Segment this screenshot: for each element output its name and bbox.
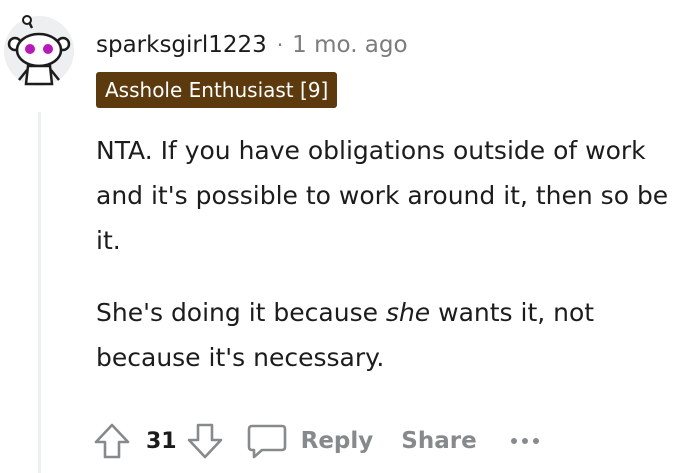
username[interactable]: sparksgirl1223 bbox=[96, 32, 267, 58]
share-button[interactable]: Share bbox=[401, 428, 476, 454]
separator-dot: · bbox=[276, 33, 284, 57]
user-flair: Asshole Enthusiast [9] bbox=[96, 72, 338, 108]
upvote-arrow-icon[interactable] bbox=[92, 421, 132, 461]
emphasized-text: she bbox=[385, 298, 431, 327]
ellipsis-icon[interactable] bbox=[510, 426, 544, 456]
reply-label: Reply bbox=[300, 428, 374, 454]
downvote-arrow-icon[interactable] bbox=[185, 421, 225, 461]
comment-header: sparksgirl1223 · 1 mo. ago bbox=[96, 28, 408, 62]
dot-icon bbox=[532, 438, 539, 444]
comment-paragraph: NTA. If you have obligations outside of … bbox=[96, 136, 669, 255]
speech-bubble-icon bbox=[245, 421, 289, 461]
comment-paragraph: She's doing it because she wants it, not… bbox=[96, 290, 686, 380]
comment-text: She's doing it because bbox=[96, 298, 386, 327]
vote-score: 31 bbox=[146, 428, 177, 454]
snoo-avatar-icon[interactable] bbox=[2, 14, 76, 88]
thread-line[interactable] bbox=[38, 112, 41, 473]
comment-actions: 31 Reply Share bbox=[92, 418, 544, 464]
dot-icon bbox=[521, 438, 528, 444]
timestamp[interactable]: 1 mo. ago bbox=[292, 32, 407, 58]
dot-icon bbox=[510, 438, 517, 444]
reply-button[interactable]: Reply bbox=[245, 421, 374, 461]
comment-body: NTA. If you have obligations outside of … bbox=[96, 128, 686, 407]
comment: sparksgirl1223 · 1 mo. ago Asshole Enthu… bbox=[0, 0, 700, 473]
